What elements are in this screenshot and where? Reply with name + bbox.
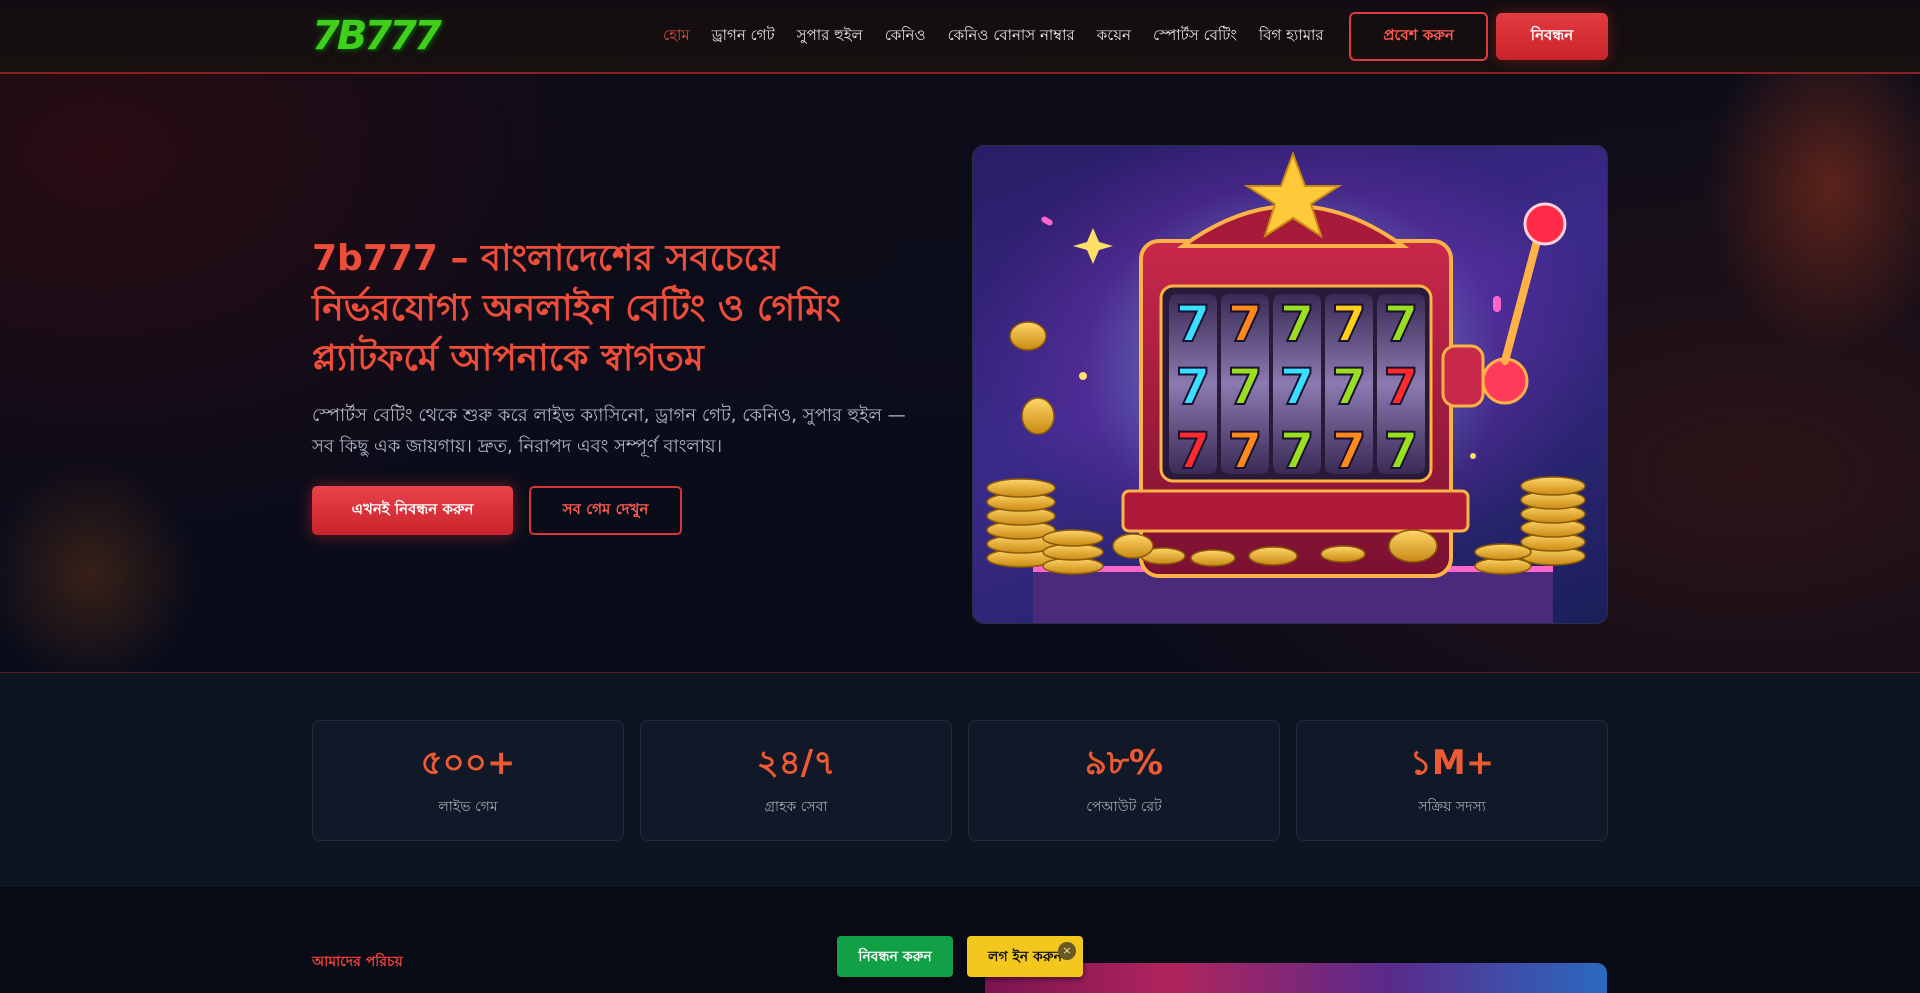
reel-symbol: 7	[1280, 422, 1315, 480]
close-icon[interactable]: ×	[1058, 942, 1076, 960]
reel-symbol: 7	[1228, 295, 1263, 353]
sparkle-icon	[1073, 228, 1113, 264]
reel-symbol: 7	[1176, 295, 1211, 353]
nav-item-coin[interactable]: কয়েন	[1097, 24, 1131, 49]
stat-label: গ্রাহক সেবা	[764, 799, 828, 815]
stat-label: পেআউট রেট	[1086, 799, 1162, 815]
slot-machine-svg: 7 7 7 7 7 7 7 7 7 7 7 7 7 7 7	[986, 151, 1586, 623]
stat-card-active-members: ১M+ সক্রিয় সদস্য	[1296, 720, 1608, 841]
lever-knob-icon	[1523, 202, 1567, 246]
nav-item-keno-bonus-number[interactable]: কেনিও বোনাস নাম্বার	[948, 24, 1075, 49]
stat-value: ৯৮%	[1084, 743, 1164, 783]
floating-register-button[interactable]: নিবন্ধন করুন	[837, 936, 953, 977]
nav-item-sports-betting[interactable]: স্পোর্টস বেটিং	[1153, 24, 1237, 49]
stat-value: ১M+	[1409, 743, 1495, 783]
site-header: 7B777 হোম ড্রাগন গেট সুপার হুইল কেনিও কে…	[0, 0, 1920, 74]
login-button[interactable]: প্রবেশ করুন	[1349, 12, 1488, 61]
stats-section: ৫০০+ লাইভ গেম ২৪/৭ গ্রাহক সেবা ৯৮% পেআউট…	[0, 673, 1920, 886]
reel-symbol: 7	[1384, 358, 1419, 416]
nav-item-dragon-gate[interactable]: ড্রাগন গেট	[712, 24, 775, 49]
register-button[interactable]: নিবন্ধন	[1496, 13, 1608, 60]
reel-symbol: 7	[1176, 358, 1211, 416]
reel-symbol: 7	[1384, 295, 1419, 353]
hero-section: 7b777 – বাংলাদেশের সবচেয়ে নির্ভরযোগ্য অ…	[0, 74, 1920, 673]
reel-symbol: 7	[1332, 358, 1367, 416]
reel-symbol: 7	[1332, 422, 1367, 480]
stat-card-customer-service: ২৪/৭ গ্রাহক সেবা	[640, 720, 952, 841]
stat-value: ৫০০+	[420, 743, 516, 783]
reel-symbol: 7	[1176, 422, 1211, 480]
coin-pile-right	[1474, 476, 1586, 575]
reel-symbol: 7	[1332, 295, 1367, 353]
stat-label: লাইভ গেম	[438, 799, 498, 815]
hero-subtitle: স্পোর্টস বেটিং থেকে শুরু করে লাইভ ক্যাসি…	[312, 405, 906, 457]
about-eyebrow: আমাদের পরিচয়	[312, 954, 403, 970]
hero-all-games-button[interactable]: সব গেম দেখুন	[529, 486, 682, 535]
hero-title: 7b777 – বাংলাদেশের সবচেয়ে নির্ভরযোগ্য অ…	[312, 238, 841, 379]
stat-value: ২৪/৭	[756, 743, 836, 783]
nav-item-keno[interactable]: কেনিও	[885, 24, 926, 49]
reel-symbol: 7	[1384, 422, 1419, 480]
slot-machine-illustration: 7 7 7 7 7 7 7 7 7 7 7 7 7 7 7	[972, 145, 1608, 624]
main-nav: হোম ড্রাগন গেট সুপার হুইল কেনিও কেনিও বো…	[652, 0, 1335, 72]
site-logo[interactable]: 7B777	[312, 12, 442, 60]
reel-symbol: 7	[1280, 358, 1315, 416]
hero-register-button[interactable]: এখনই নিবন্ধন করুন	[312, 486, 513, 535]
nav-item-home[interactable]: হোম	[663, 24, 690, 49]
about-section: আমাদের পরিচয়	[0, 886, 1920, 993]
reel-symbol: 7	[1280, 295, 1315, 353]
stat-label: সক্রিয় সদস্য	[1418, 799, 1486, 815]
reel-symbol: 7	[1228, 422, 1263, 480]
stat-card-live-games: ৫০০+ লাইভ গেম	[312, 720, 624, 841]
coin-pile-left	[986, 478, 1104, 575]
reel-symbol: 7	[1228, 358, 1263, 416]
nav-item-big-hammer[interactable]: বিগ হ্যামার	[1259, 24, 1324, 49]
stat-card-payout-rate: ৯৮% পেআউট রেট	[968, 720, 1280, 841]
nav-item-super-wheel[interactable]: সুপার হুইল	[797, 24, 863, 49]
